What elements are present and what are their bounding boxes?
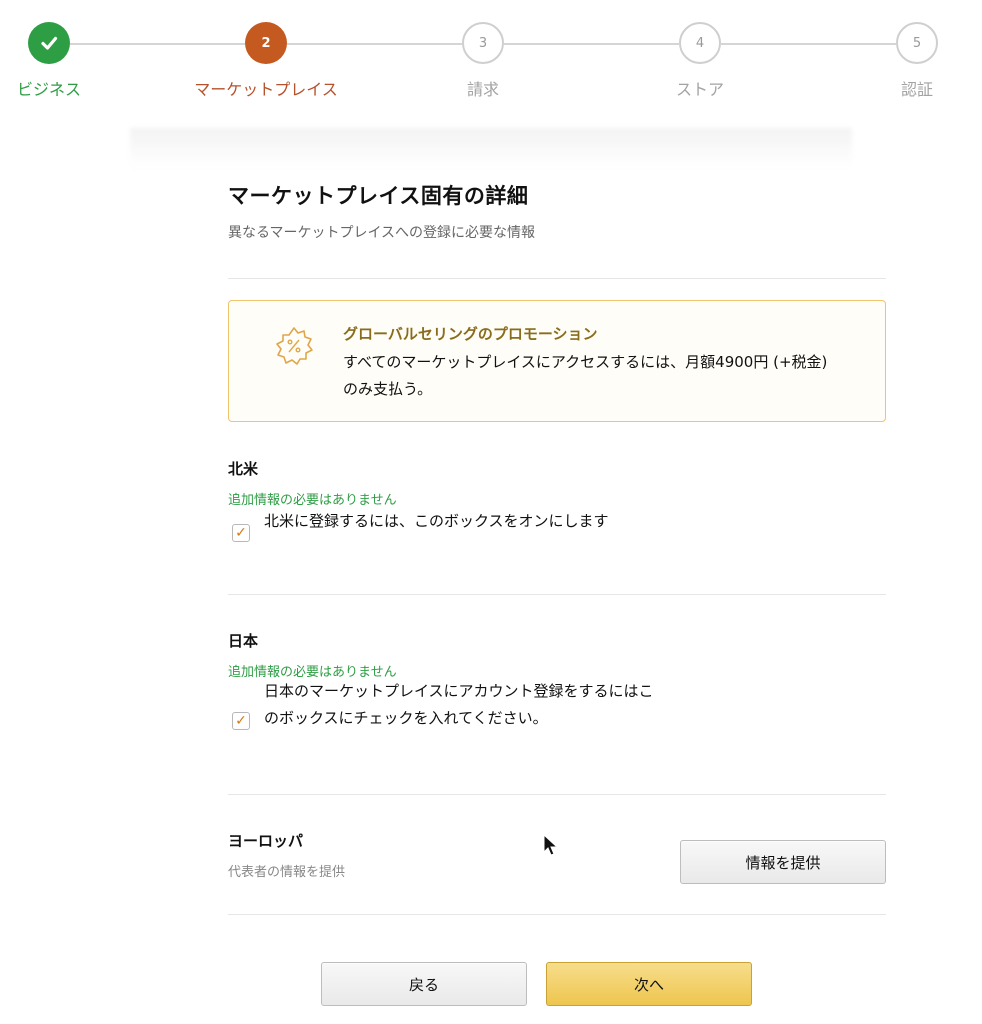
step-4-label: ストア [675,80,724,99]
north-america-checkbox[interactable]: ✓ [232,524,250,542]
step-connector [721,43,896,45]
promotion-banner: グローバルセリングのプロモーション すべてのマーケットプレイスにアクセスするには… [228,300,886,422]
marketplace-details-panel: マーケットプレイス固有の詳細 異なるマーケットプレイスへの登録に必要な情報 グロ… [228,180,888,915]
step-connector [70,43,245,45]
divider [228,594,886,595]
region-name: 日本 [228,632,259,650]
region-north-america: 北米 追加情報の必要はありません ✓ 北米に登録するには、このボックスをオンにし… [228,458,886,588]
step-2-label: マーケットプレイス [194,80,338,99]
promotion-text: すべてのマーケットプレイスにアクセスするには、月額4900円 (+税金) のみ支… [343,353,828,398]
region-status: 追加情報の必要はありません [228,493,397,508]
step-3-label: 請求 [466,80,499,99]
page-title: マーケットプレイス固有の詳細 [228,184,529,208]
region-japan: 日本 追加情報の必要はありません ✓ 日本のマーケットプレイスにアカウント登録を… [228,630,886,780]
header-shadow [130,128,852,168]
progress-stepper: 2 3 4 5 ビジネス マーケットプレイス 請求 ストア 認証 [0,0,982,120]
mouse-cursor-icon [543,834,559,856]
divider [228,914,886,915]
step-1-label: ビジネス [16,80,81,99]
divider [228,794,886,795]
region-name: 北米 [228,460,259,478]
check-icon: ✓ [235,525,247,541]
step-connector [504,43,679,45]
check-icon: ✓ [235,713,247,729]
badge-percent-icon [276,327,313,365]
next-button[interactable]: 次へ [546,962,752,1006]
step-2-circle[interactable]: 2 [245,22,287,64]
divider [228,278,886,279]
step-4-circle: 4 [679,22,721,64]
checkmark-icon [41,36,58,50]
checkbox-label[interactable]: 北米に登録するには、このボックスをオンにします [264,508,664,535]
provide-info-button[interactable]: 情報を提供 [680,840,886,884]
checkbox-label[interactable]: 日本のマーケットプレイスにアカウント登録をするにはこのボックスにチェックを入れて… [264,678,664,732]
japan-checkbox[interactable]: ✓ [232,712,250,730]
back-button[interactable]: 戻る [321,962,527,1006]
step-5-label: 認証 [900,80,933,99]
page-subtitle: 異なるマーケットプレイスへの登録に必要な情報 [228,225,536,241]
promotion-title: グローバルセリングのプロモーション [343,325,598,343]
step-1-circle[interactable] [28,22,70,64]
step-3-circle: 3 [462,22,504,64]
step-5-circle: 5 [896,22,938,64]
step-connector [287,43,462,45]
